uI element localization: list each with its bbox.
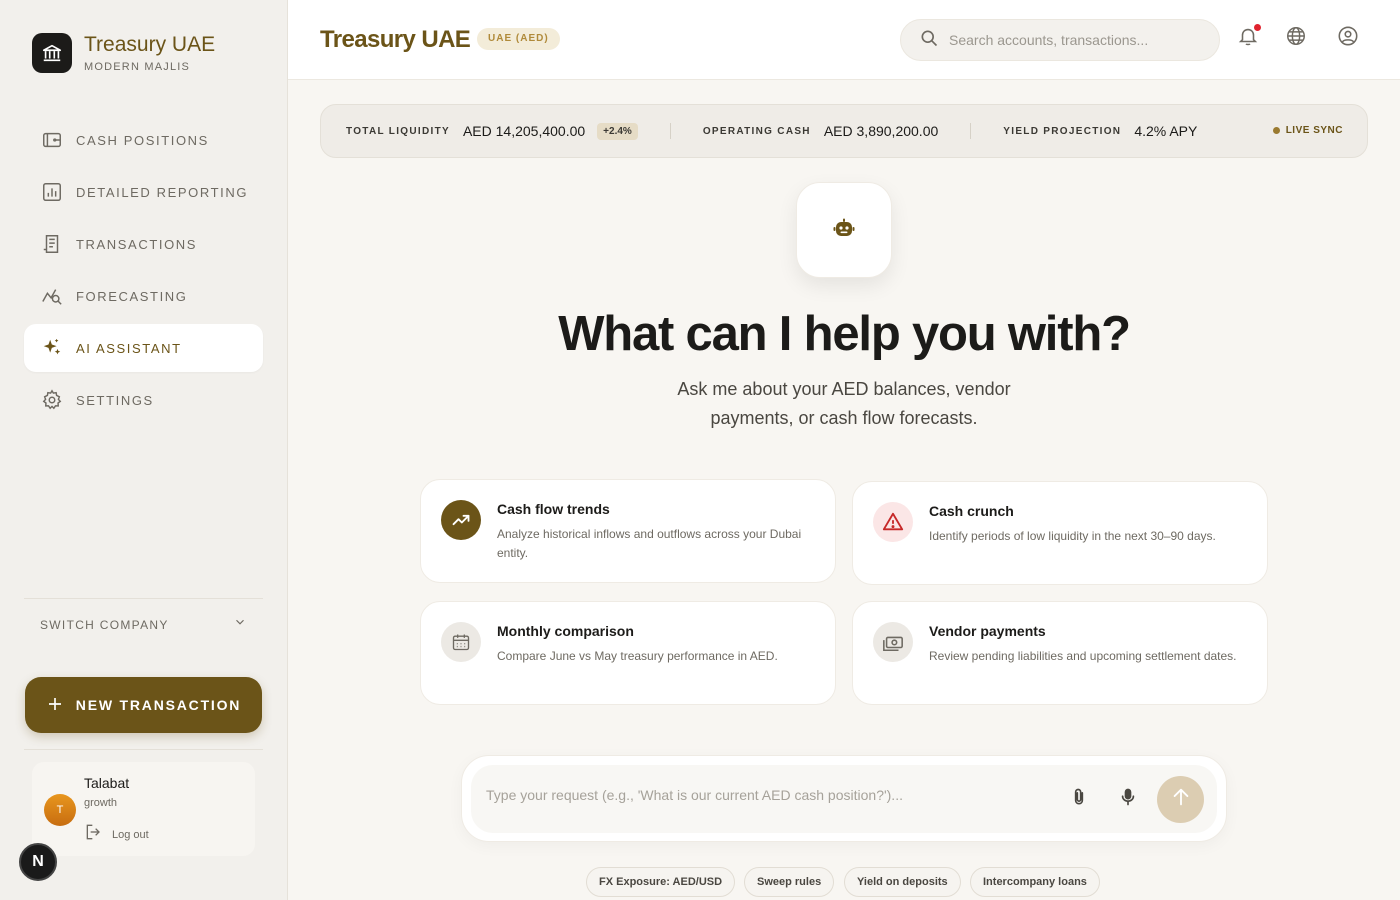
sidebar-item-detailed-reporting[interactable]: DETAILED REPORTING	[24, 168, 263, 216]
user-name: Talabat	[84, 775, 130, 791]
brand-subtitle: MODERN MAJLIS	[84, 61, 191, 73]
total-liquidity-value: AED 14,205,400.00	[462, 123, 586, 139]
search-bar[interactable]	[900, 19, 1220, 61]
quick-chip-fx-exposure[interactable]: FX Exposure: AED/USD	[586, 867, 736, 897]
prompt-composer	[461, 755, 1227, 842]
top-header: Treasury UAE UAE (AED)	[288, 0, 1400, 80]
sidebar-item-ai-assistant[interactable]: AI ASSISTANT	[24, 324, 263, 372]
account-button[interactable]	[1336, 26, 1360, 50]
suggestion-card-monthly-comparison[interactable]: Monthly comparison Compare June vs May t…	[420, 601, 836, 705]
live-dot-icon	[1272, 127, 1280, 134]
trending-up-icon	[441, 500, 481, 540]
logout-button[interactable]: Log out	[84, 822, 149, 847]
card-description: Review pending liabilities and upcoming …	[929, 649, 1237, 663]
logout-label: Log out	[112, 828, 149, 841]
brand[interactable]: Treasury UAE MODERN MAJLIS	[32, 33, 215, 73]
sidebar-item-label: SETTINGS	[76, 392, 154, 408]
next-dev-badge[interactable]: N	[19, 843, 57, 881]
warning-icon	[873, 502, 913, 542]
card-title: Vendor payments	[929, 623, 1046, 639]
avatar[interactable]: T	[44, 794, 76, 826]
total-liquidity-label: TOTAL LIQUIDITY	[346, 125, 450, 137]
notification-dot	[1254, 24, 1261, 31]
chevron-down-icon	[233, 615, 247, 634]
paperclip-icon	[1069, 787, 1089, 812]
bank-icon	[32, 33, 72, 73]
card-title: Cash flow trends	[497, 501, 610, 517]
notifications-button[interactable]	[1236, 24, 1261, 50]
page-title: Treasury UAE	[320, 26, 471, 53]
sidebar-item-forecasting[interactable]: FORECASTING	[24, 272, 263, 320]
total-liquidity-change-badge: +2.4%	[597, 122, 638, 140]
user-card: T Talabat growth Log out	[32, 762, 255, 856]
plus-icon	[46, 695, 64, 716]
quick-chip-sweep-rules[interactable]: Sweep rules	[744, 867, 835, 897]
sidebar-item-label: CASH POSITIONS	[76, 132, 209, 148]
arrow-up-icon	[1170, 786, 1192, 813]
search-input[interactable]	[949, 32, 1199, 48]
report-chart-icon	[40, 180, 64, 204]
operating-cash-value: AED 3,890,200.00	[823, 123, 939, 139]
card-description: Identify periods of low liquidity in the…	[929, 529, 1216, 543]
liquidity-stats-bar: TOTAL LIQUIDITY AED 14,205,400.00 +2.4% …	[320, 104, 1368, 158]
forecast-search-icon	[40, 284, 64, 308]
voice-input-button[interactable]	[1116, 787, 1140, 811]
receipt-icon	[40, 232, 64, 256]
user-circle-icon	[1337, 25, 1359, 52]
hero-subtitle: Ask me about your AED balances, vendor p…	[677, 379, 1011, 428]
yield-projection-value: 4.2% APY	[1134, 123, 1198, 139]
sidebar-item-label: AI ASSISTANT	[76, 340, 182, 356]
divider	[669, 123, 671, 139]
sidebar-item-settings[interactable]: SETTINGS	[24, 376, 263, 424]
sidebar-item-transactions[interactable]: TRANSACTIONS	[24, 220, 263, 268]
hero-title: What can I help you with?	[558, 307, 1131, 361]
suggestion-card-cash-crunch[interactable]: Cash crunch Identify periods of low liqu…	[852, 481, 1268, 585]
sidebar-item-label: TRANSACTIONS	[76, 236, 198, 252]
new-transaction-label: NEW TRANSACTION	[75, 697, 242, 713]
send-button[interactable]	[1157, 776, 1204, 823]
divider	[970, 123, 972, 139]
switch-company-dropdown[interactable]: SWITCH COMPANY	[24, 598, 263, 634]
quick-chip-intercompany-loans[interactable]: Intercompany loans	[970, 867, 1100, 897]
banknote-icon	[873, 622, 913, 662]
suggestion-card-cash-flow-trends[interactable]: Cash flow trends Analyze historical infl…	[420, 479, 836, 583]
card-description: Analyze historical inflows and outflows …	[497, 527, 802, 560]
prompt-input[interactable]	[486, 787, 1046, 803]
attach-button[interactable]	[1067, 787, 1091, 811]
sparkles-icon	[40, 336, 64, 360]
quick-chip-yield-on-deposits[interactable]: Yield on deposits	[844, 867, 961, 897]
live-sync-label: LIVE SYNC	[1285, 125, 1343, 136]
calendar-icon	[441, 622, 481, 662]
card-title: Monthly comparison	[497, 623, 634, 639]
switch-company-label: SWITCH COMPANY	[40, 617, 169, 632]
live-sync-indicator: LIVE SYNC	[1272, 125, 1343, 136]
microphone-icon	[1118, 787, 1138, 812]
prompt-field-container	[471, 765, 1217, 833]
assistant-avatar-tile	[796, 182, 892, 278]
globe-icon	[1285, 25, 1307, 52]
sidebar-nav: CASH POSITIONS DETAILED REPORTING TRANSA…	[24, 116, 263, 428]
search-icon	[919, 28, 939, 53]
yield-projection-label: YIELD PROJECTION	[1003, 125, 1122, 137]
operating-cash-label: OPERATING CASH	[702, 125, 811, 137]
card-title: Cash crunch	[929, 503, 1014, 519]
divider	[24, 749, 263, 750]
wallet-icon	[40, 128, 64, 152]
new-transaction-button[interactable]: NEW TRANSACTION	[25, 677, 262, 733]
sidebar-item-cash-positions[interactable]: CASH POSITIONS	[24, 116, 263, 164]
currency-badge: UAE (AED)	[477, 28, 560, 50]
suggestion-card-vendor-payments[interactable]: Vendor payments Review pending liabiliti…	[852, 601, 1268, 705]
sidebar-item-label: DETAILED REPORTING	[76, 184, 249, 200]
sidebar: Treasury UAE MODERN MAJLIS CASH POSITION…	[0, 0, 288, 900]
brand-name: Treasury UAE	[84, 33, 216, 56]
sidebar-item-label: FORECASTING	[76, 288, 188, 304]
language-button[interactable]	[1284, 26, 1308, 50]
gear-icon	[40, 388, 64, 412]
logout-icon	[84, 822, 104, 847]
card-description: Compare June vs May treasury performance…	[497, 649, 778, 663]
robot-icon	[832, 216, 856, 245]
user-role: growth	[84, 797, 118, 809]
